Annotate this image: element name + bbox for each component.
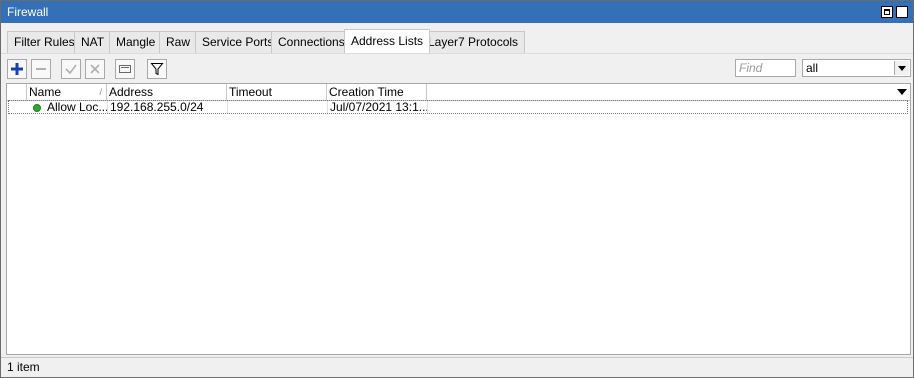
close-button[interactable]: × [896,6,908,18]
firewall-window: Firewall × Filter Rules NAT Mangle Raw S… [0,0,914,378]
status-bar: 1 item [1,357,913,376]
disable-icon [90,64,100,74]
toolbar: Find all [1,53,913,84]
filter-icon [150,63,164,76]
table-row[interactable]: Allow Loc... 192.168.255.0/24 Jul/07/202… [8,100,908,114]
column-menu-icon[interactable] [897,89,907,95]
header-timeout[interactable]: Timeout [227,84,327,100]
comment-icon [119,65,131,73]
sort-indicator-icon: / [99,87,102,97]
header-creation-time[interactable]: Creation Time [327,84,427,100]
tab-raw[interactable]: Raw [159,31,198,53]
window-title: Firewall [7,5,49,19]
enable-icon [65,64,77,75]
header-status[interactable] [7,84,27,100]
add-icon [11,63,23,75]
tab-address-lists[interactable]: Address Lists [344,29,431,53]
table-header: Name / Address Timeout Creation Time [7,84,910,101]
tab-connections[interactable]: Connections [271,31,352,53]
header-address[interactable]: Address [107,84,227,100]
header-name-label: Name [29,85,62,99]
maximize-button[interactable] [881,6,893,18]
title-bar[interactable]: Firewall × [1,1,913,23]
enabled-status-icon [33,104,41,112]
tab-service-ports[interactable]: Service Ports [195,31,281,53]
remove-button[interactable] [31,59,51,79]
disable-button[interactable] [85,59,105,79]
tab-layer7-protocols[interactable]: Layer7 Protocols [421,31,526,53]
tab-mangle[interactable]: Mangle [109,31,163,53]
filter-button[interactable] [147,59,167,79]
address-list-table: Name / Address Timeout Creation Time All… [6,83,911,355]
add-button[interactable] [7,59,27,79]
chevron-down-icon[interactable] [894,61,909,75]
tab-filter-rules[interactable]: Filter Rules [7,31,82,53]
comment-button[interactable] [115,59,135,79]
cell-address: 192.168.255.0/24 [108,101,228,113]
filter-select[interactable]: all [802,59,911,77]
filter-select-value: all [806,61,819,75]
close-icon: × [898,6,906,18]
find-input[interactable]: Find [735,59,796,77]
remove-icon [36,68,46,70]
cell-timeout [228,101,328,113]
item-count: 1 item [7,360,40,374]
header-name[interactable]: Name / [27,84,107,100]
tab-nat[interactable]: NAT [74,31,112,53]
enable-button[interactable] [61,59,81,79]
cell-name: Allow Loc... [47,101,108,113]
cell-creation-time: Jul/07/2021 13:1... [330,101,428,113]
